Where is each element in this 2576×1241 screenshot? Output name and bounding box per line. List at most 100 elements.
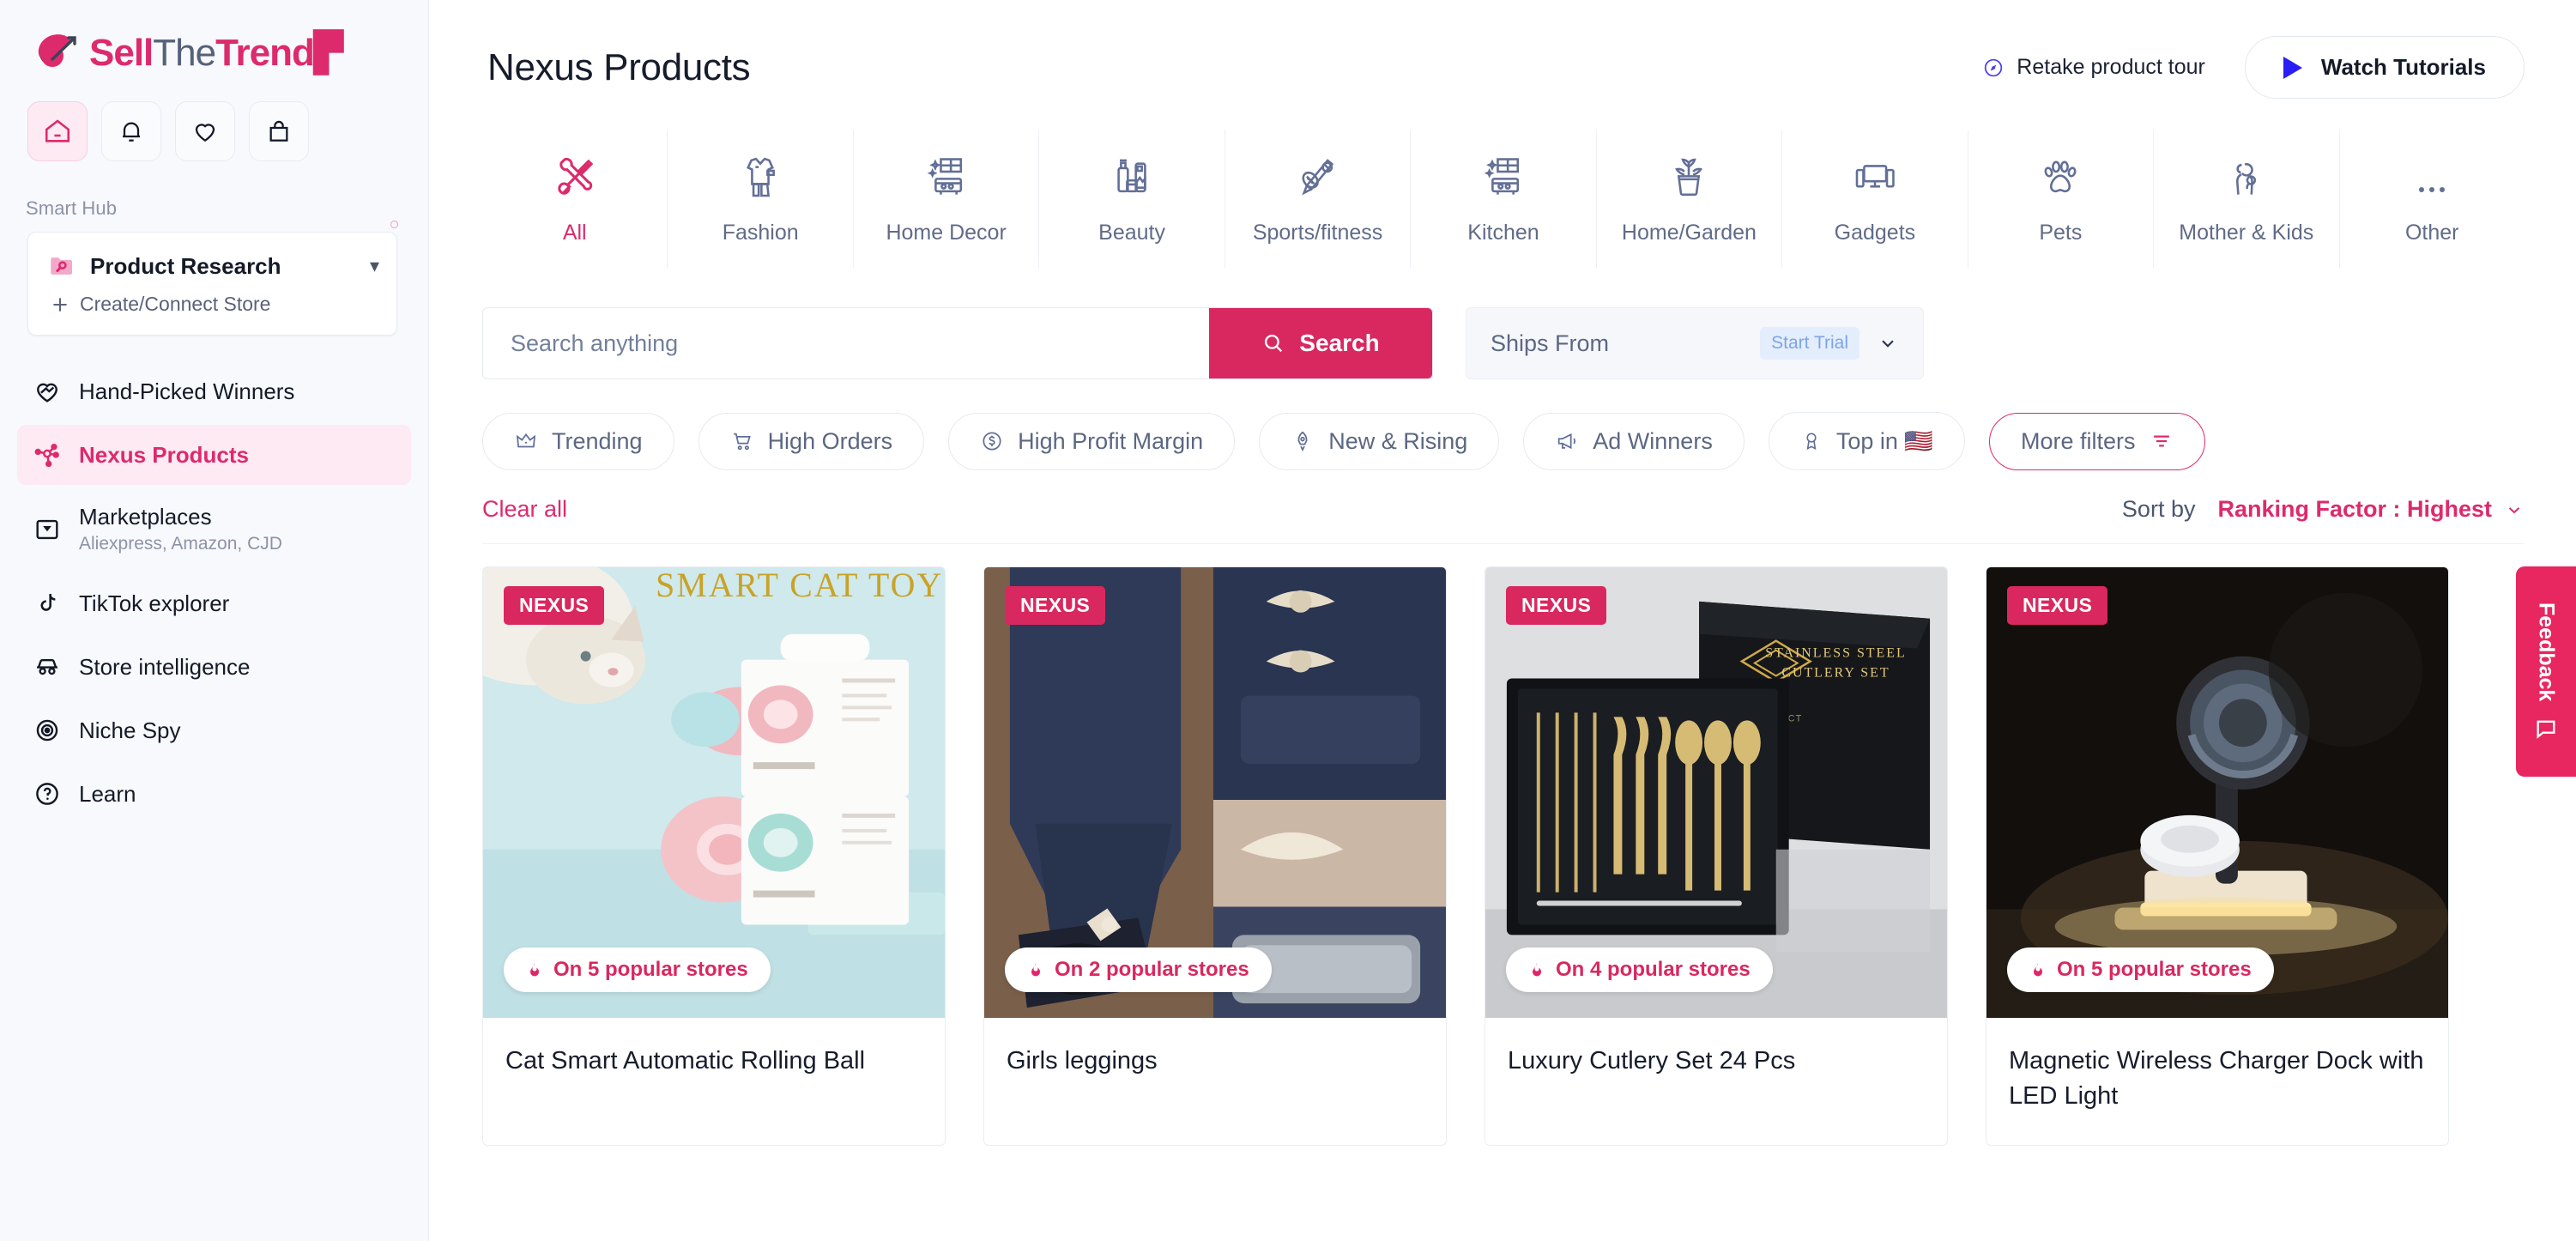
category-label: Pets xyxy=(2039,221,2083,245)
sort-by-select[interactable]: Ranking Factor : Highest xyxy=(2217,496,2525,523)
image-caption: SMART CAT TOY xyxy=(656,567,943,604)
quick-icon-notifications[interactable] xyxy=(101,101,161,161)
product-title: Cat Smart Automatic Rolling Ball xyxy=(505,1047,866,1075)
category-tab-pets[interactable]: Pets xyxy=(1968,130,2155,268)
tools-icon xyxy=(551,148,599,202)
ships-from-label: Ships From xyxy=(1491,330,1610,356)
category-label: Kitchen xyxy=(1467,221,1539,245)
megaphone-icon xyxy=(1558,433,1576,450)
ships-from-select[interactable]: Ships From Start Trial xyxy=(1466,307,1924,379)
create-connect-store-button[interactable]: Create/Connect Store xyxy=(47,293,379,316)
bell-icon xyxy=(123,122,140,142)
filter-chip-high-profit-margin[interactable]: High Profit Margin xyxy=(948,412,1236,470)
rocket-icon xyxy=(1297,431,1308,451)
sidebar-item-label: TikTok explorer xyxy=(79,590,230,616)
sidebar-item-marketplaces[interactable]: Marketplaces Aliexpress, Amazon, CJD xyxy=(17,488,411,570)
chevron-down-icon[interactable]: ▾ xyxy=(370,255,379,277)
home-icon xyxy=(45,119,70,142)
quick-icon-home[interactable] xyxy=(27,101,88,161)
watch-tutorials-label: Watch Tutorials xyxy=(2320,54,2486,80)
retake-product-tour-button[interactable]: Retake product tour xyxy=(1982,55,2205,80)
category-tab-all[interactable]: All xyxy=(482,130,668,268)
clear-all-button[interactable]: Clear all xyxy=(482,496,567,523)
product-title: Luxury Cutlery Set 24 Pcs xyxy=(1508,1047,1796,1075)
watch-tutorials-button[interactable]: Watch Tutorials xyxy=(2244,36,2525,99)
logo-text-trend: Trend xyxy=(215,32,315,74)
category-label: Home Decor xyxy=(886,221,1007,245)
product-image: NEXUS On 5 popular stores xyxy=(1986,567,2448,1020)
product-card[interactable]: SMART CAT TOY NEXUS On 5 popular stores … xyxy=(482,566,946,1147)
filter-icon xyxy=(2153,435,2169,447)
feedback-label: Feedback xyxy=(2534,602,2559,702)
category-label: Gadgets xyxy=(1834,221,1916,245)
popular-stores-label: On 2 popular stores xyxy=(1055,958,1249,981)
feedback-icon xyxy=(2537,720,2555,739)
sidebar-item-hand-picked-winners[interactable]: Hand-Picked Winners xyxy=(17,361,411,421)
category-tab-kitchen[interactable]: Kitchen xyxy=(1411,130,1597,268)
logo[interactable]: SellTheTrend▛ xyxy=(0,0,428,94)
sidebar-item-learn[interactable]: Learn xyxy=(17,764,411,824)
filter-chips: Trending High Orders High Profit Margin xyxy=(482,412,2525,470)
product-card-body: Cat Smart Automatic Rolling Ball xyxy=(483,1020,945,1123)
product-card[interactable]: NEXUS On 2 popular stores Girls leggings xyxy=(983,566,1447,1147)
category-label: Mother & Kids xyxy=(2179,221,2314,245)
start-trial-badge[interactable]: Start Trial xyxy=(1760,327,1859,360)
filter-chip-trending[interactable]: Trending xyxy=(482,412,674,470)
more-filters-button[interactable]: More filters xyxy=(1989,412,2205,470)
sidebar: SellTheTrend▛ Smart Hub Product Research… xyxy=(0,0,429,1241)
quick-icon-bag[interactable] xyxy=(249,101,309,161)
category-tab-home-garden[interactable]: Home/Garden xyxy=(1597,130,1783,268)
cosmetics-icon xyxy=(1108,148,1156,202)
popular-stores-badge: On 5 popular stores xyxy=(2007,947,2274,992)
quick-icon-favorites[interactable] xyxy=(175,101,235,161)
product-title: Girls leggings xyxy=(1007,1047,1158,1075)
filter-chip-ad-winners[interactable]: Ad Winners xyxy=(1523,412,1745,470)
category-tab-beauty[interactable]: Beauty xyxy=(1039,130,1225,268)
more-filters-label: More filters xyxy=(2021,427,2136,454)
sidebar-item-nexus-products[interactable]: Nexus Products xyxy=(17,425,411,485)
category-label: Sports/fitness xyxy=(1252,221,1383,245)
product-card[interactable]: STAINLESS STEEL CUTLERY SET PRODUCT xyxy=(1485,566,1948,1147)
sidebar-item-tiktok-explorer[interactable]: TikTok explorer xyxy=(17,573,411,633)
bag-icon xyxy=(269,120,288,142)
category-tab-sports-fitness[interactable]: Sports/fitness xyxy=(1225,130,1412,268)
category-tab-mother-kids[interactable]: Mother & Kids xyxy=(2154,130,2340,268)
filter-chip-top-in-country[interactable]: Top in 🇺🇸 xyxy=(1768,412,1965,470)
flame-icon xyxy=(530,962,539,977)
mother-child-icon xyxy=(2222,148,2271,202)
product-card[interactable]: NEXUS On 5 popular stores Magnetic Wirel… xyxy=(1986,566,2449,1147)
product-grid: SMART CAT TOY NEXUS On 5 popular stores … xyxy=(482,566,2525,1147)
feedback-tab[interactable]: Feedback xyxy=(2516,566,2576,777)
swoosh-globe-icon xyxy=(38,34,76,67)
product-image: STAINLESS STEEL CUTLERY SET PRODUCT xyxy=(1485,567,1947,1020)
popular-stores-label: On 4 popular stores xyxy=(1556,958,1751,981)
hand-heart-icon xyxy=(33,377,62,406)
heart-icon xyxy=(195,124,215,142)
search-button[interactable]: Search xyxy=(1209,308,1432,378)
sidebar-item-label: Niche Spy xyxy=(79,717,181,743)
category-tab-other[interactable]: Other xyxy=(2340,130,2525,268)
filter-chip-high-orders[interactable]: High Orders xyxy=(698,412,925,470)
filter-chip-label: High Profit Margin xyxy=(1018,427,1204,454)
sidebar-item-niche-spy[interactable]: Niche Spy xyxy=(17,700,411,760)
cart-icon xyxy=(733,433,751,451)
product-image: NEXUS On 2 popular stores xyxy=(984,567,1446,1020)
store-card[interactable]: Product Research ▾ Create/Connect Store xyxy=(27,221,398,336)
sidebar-item-store-intelligence[interactable]: Store intelligence xyxy=(17,637,411,697)
category-tab-home-decor[interactable]: Home Decor xyxy=(854,130,1040,268)
sidebar-item-label: Hand-Picked Winners xyxy=(79,378,295,404)
sidebar-nav: Hand-Picked Winners Nexus Products Marke… xyxy=(0,336,428,824)
question-circle-icon xyxy=(33,779,62,808)
filter-chip-new-and-rising[interactable]: New & Rising xyxy=(1259,412,1500,470)
main-content: Nexus Products Retake product tour Watch… xyxy=(429,0,2576,1241)
category-tab-gadgets[interactable]: Gadgets xyxy=(1782,130,1968,268)
search-input[interactable] xyxy=(483,308,1209,378)
kitchen-icon xyxy=(1479,148,1527,202)
category-tab-fashion[interactable]: Fashion xyxy=(668,130,854,268)
product-card-body: Luxury Cutlery Set 24 Pcs xyxy=(1485,1020,1947,1123)
sort-by-value: Ranking Factor : Highest xyxy=(2217,496,2492,522)
store-status-dot xyxy=(390,221,398,228)
app-root: SellTheTrend▛ Smart Hub Product Research… xyxy=(0,0,2576,1241)
nexus-badge: NEXUS xyxy=(1506,586,1607,625)
folder-search-icon xyxy=(51,257,73,275)
